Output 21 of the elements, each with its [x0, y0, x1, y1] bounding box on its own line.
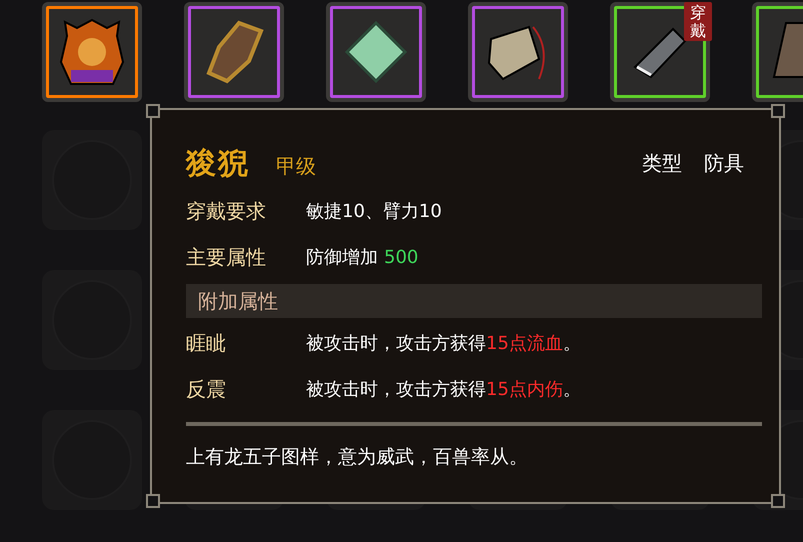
- effect-name: 反震: [186, 376, 227, 402]
- section-header: 附加属性: [186, 284, 762, 318]
- stat-value: 防御增加 500: [306, 246, 418, 269]
- effect-description: 被攻击时，攻击方获得15点内伤。: [306, 378, 581, 401]
- item-slot[interactable]: [184, 2, 284, 102]
- stat-label: 穿戴要求: [186, 198, 267, 224]
- equipped-badge: 穿戴: [684, 2, 712, 42]
- item-slot[interactable]: 穿戴: [610, 2, 710, 102]
- stat-label: 主要属性: [186, 244, 267, 270]
- type-label: 类型: [642, 150, 682, 176]
- item-grade: 甲级: [276, 152, 316, 180]
- effect-name: 睚眦: [186, 330, 227, 356]
- jade-stone-icon: [343, 19, 409, 85]
- item-slot[interactable]: [468, 2, 568, 102]
- item-name: 狻猊: [186, 144, 250, 182]
- item-slot[interactable]: [42, 2, 142, 102]
- item-slot[interactable]: [326, 2, 426, 102]
- stat-value: 敏捷10、臂力10: [306, 200, 442, 223]
- type-value: 防具: [704, 150, 744, 176]
- item-description: 上有龙五子图样，意为威武，百兽率从。: [186, 445, 529, 470]
- effect-description: 被攻击时，攻击方获得15点流血。: [306, 332, 581, 355]
